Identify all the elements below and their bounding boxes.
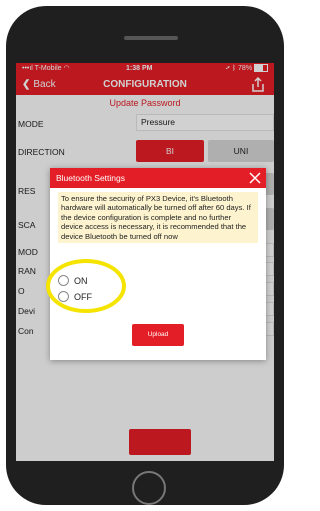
radio-off-circle[interactable] [58, 291, 69, 302]
chevron-left-icon: ❮ [22, 79, 31, 90]
direction-uni-button[interactable]: UNI [208, 140, 274, 162]
dialog-title: Bluetooth Settings [56, 173, 125, 183]
direction-bi-button[interactable]: BI [136, 140, 204, 162]
mod-label: MOD [18, 247, 38, 257]
wifi-icon: ◠ [61, 65, 70, 72]
mode-label: MODE [18, 119, 44, 129]
status-bar: •••ıl T-Mobile ◠ 1:38 PM ➚ ᛒ 78% [16, 63, 274, 75]
devi-label: Devi [18, 306, 36, 316]
back-label: Back [33, 79, 56, 90]
dialog-message: To ensure the security of PX3 Device, it… [58, 192, 258, 244]
mode-field[interactable]: Pressure [136, 114, 274, 131]
direction-label: DIRECTION [18, 147, 65, 157]
ran-label: RAN [18, 266, 36, 276]
status-battery: ➚ ᛒ 78% [226, 63, 268, 75]
carrier-label: •••ıl T-Mobile ◠ [22, 65, 70, 72]
res-label: RES [18, 186, 36, 196]
signal-icon: •••ıl [22, 65, 35, 72]
share-upload-icon[interactable] [250, 77, 266, 93]
radio-off-label: OFF [74, 292, 92, 302]
radio-on-circle[interactable] [58, 275, 69, 286]
update-password-link[interactable]: Update Password [16, 98, 274, 108]
radio-on-label: ON [74, 276, 88, 286]
home-button[interactable] [132, 471, 166, 505]
sca-label: SCA [18, 220, 36, 230]
battery-icon [254, 64, 268, 73]
status-time: 1:38 PM [126, 65, 153, 72]
upload-button[interactable]: Upload [132, 324, 184, 346]
dialog-header: Bluetooth Settings [50, 168, 266, 188]
back-button[interactable]: ❮ Back [22, 75, 56, 95]
con-label: Con [18, 326, 34, 336]
save-configuration-button[interactable] [129, 429, 191, 455]
o-label: O [18, 286, 25, 296]
close-icon[interactable] [248, 171, 262, 185]
bluetooth-settings-dialog: Bluetooth Settings To ensure the securit… [50, 168, 266, 360]
phone-frame: •••ıl T-Mobile ◠ 1:38 PM ➚ ᛒ 78% ❮ Back C… [6, 6, 284, 505]
navigation-bar: ❮ Back CONFIGURATION [16, 75, 274, 95]
phone-speaker [124, 36, 178, 40]
